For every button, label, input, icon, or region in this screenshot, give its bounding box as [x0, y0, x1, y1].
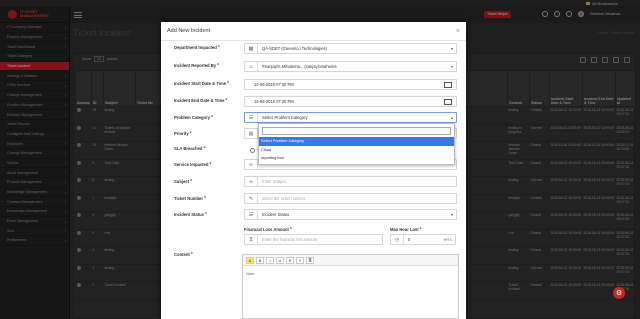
clear-format-icon[interactable]: ✕: [286, 256, 294, 264]
editor-body[interactable]: Note: [243, 266, 458, 281]
subject-label: Subject*: [174, 179, 193, 185]
list-icon: ☰: [245, 113, 258, 122]
chevron-down-icon: ▾: [450, 64, 453, 69]
priority-icon: ▤: [245, 129, 258, 138]
incident-status-label: Incident Status*: [174, 212, 207, 218]
reported-by-value: #Sanjay/S.Mihatema... (sanjay.bmahema: [262, 64, 337, 69]
subject-placeholder: Enter Subject: [262, 179, 287, 184]
hours-unit: HRS: [443, 237, 452, 242]
end-time-value: 12-06-2018 07:30 PM: [254, 99, 294, 104]
chevron-up-icon: ▴: [450, 115, 453, 120]
service-impacted-label: Service Impacted*: [174, 162, 212, 168]
department-label: Department Impacted*: [174, 45, 220, 51]
dropdown-option[interactable]: Cloud: [259, 146, 454, 155]
problem-category-select[interactable]: ☰ Select Problem Category ▴: [244, 112, 457, 123]
content-editor[interactable]: A B I U ✕ ≡ ≣ Note: [242, 254, 459, 319]
dropdown-option[interactable]: Select Problem Category: [259, 137, 454, 146]
chevron-down-icon: ▾: [450, 46, 453, 51]
priority-label: Priority*: [174, 131, 192, 137]
calendar-icon[interactable]: [444, 81, 452, 88]
end-time-input[interactable]: 12-06-2018 07:30 PM: [244, 96, 457, 107]
department-value: QA-SDET (Greenrico Technologies): [262, 46, 327, 51]
calendar-icon[interactable]: [444, 98, 452, 105]
sla-yes-radio[interactable]: [250, 148, 255, 153]
reported-by-label: Incident Reported By*: [174, 63, 220, 69]
department-select[interactable]: ▦ QA-SDET (Greenrico Technologies) ▾: [244, 43, 457, 54]
problem-category-dropdown: Select Problem Category Cloud reporting to…: [258, 123, 455, 165]
editor-toolbar: A B I U ✕ ≡ ≣: [243, 255, 458, 266]
man-hour-input[interactable]: ◷ 0 HRS: [390, 234, 456, 245]
ticket-number-input[interactable]: ✎ select the ticket number: [244, 193, 457, 204]
financial-loss-input[interactable]: $ Enter the financial risk amount: [244, 234, 383, 245]
incident-status-select[interactable]: ☰ Incident Status ▾: [244, 209, 457, 220]
start-time-input[interactable]: 12-06-2018 07:30 PM: [244, 79, 457, 90]
dropdown-option[interactable]: reporting tool: [259, 154, 454, 163]
list-icon: ☰: [245, 210, 258, 219]
bold-icon[interactable]: B: [256, 256, 264, 264]
modal-title: Add New Incident: [167, 28, 211, 34]
pencil-icon: ✎: [245, 194, 258, 203]
money-icon: $: [245, 235, 258, 244]
problem-category-label: Problem Category*: [174, 115, 214, 121]
content-label: Content*: [174, 252, 193, 258]
sla-breached-label: SLA Breached*: [174, 146, 206, 152]
dropdown-search-input[interactable]: [262, 127, 451, 135]
close-icon[interactable]: ×: [456, 28, 460, 35]
man-hour-value: 0: [408, 237, 411, 242]
problem-category-value: Select Problem Category: [262, 115, 308, 120]
link-icon: ∞: [245, 177, 258, 186]
font-color-icon[interactable]: A: [246, 256, 254, 264]
financial-loss-label: Financial Loss Amount*: [244, 227, 292, 233]
financial-loss-placeholder: Enter the financial risk amount: [262, 237, 318, 242]
clock-icon: ◷: [391, 235, 404, 244]
start-time-label: Incident Start Date & Time*: [174, 81, 229, 87]
link-icon: ∞: [245, 160, 258, 169]
building-icon: ▦: [245, 44, 258, 53]
man-hour-label: Man Hour Lost*: [390, 227, 422, 233]
settings-gear-icon[interactable]: ⚙: [613, 287, 625, 299]
underline-icon[interactable]: U: [276, 256, 284, 264]
start-time-value: 12-06-2018 07:30 PM: [254, 82, 294, 87]
modal-header: Add New Incident ×: [161, 22, 466, 41]
numbered-list-icon[interactable]: ≣: [306, 256, 314, 264]
ticket-number-label: Ticket Number*: [174, 196, 206, 202]
end-time-label: Incident End Date & Time*: [174, 98, 228, 104]
dropdown-options: Select Problem Category Cloud reporting to…: [259, 137, 454, 163]
reported-by-select[interactable]: ☺ #Sanjay/S.Mihatema... (sanjay.bmahema …: [244, 61, 457, 72]
user-icon: ☺: [245, 62, 258, 71]
italic-icon[interactable]: I: [266, 256, 274, 264]
incident-status-value: Incident Status: [262, 212, 290, 217]
bullet-list-icon[interactable]: ≡: [296, 256, 304, 264]
subject-input[interactable]: ∞ Enter Subject: [244, 176, 457, 187]
chevron-down-icon: ▾: [450, 212, 453, 217]
ticket-number-placeholder: select the ticket number: [262, 196, 306, 201]
